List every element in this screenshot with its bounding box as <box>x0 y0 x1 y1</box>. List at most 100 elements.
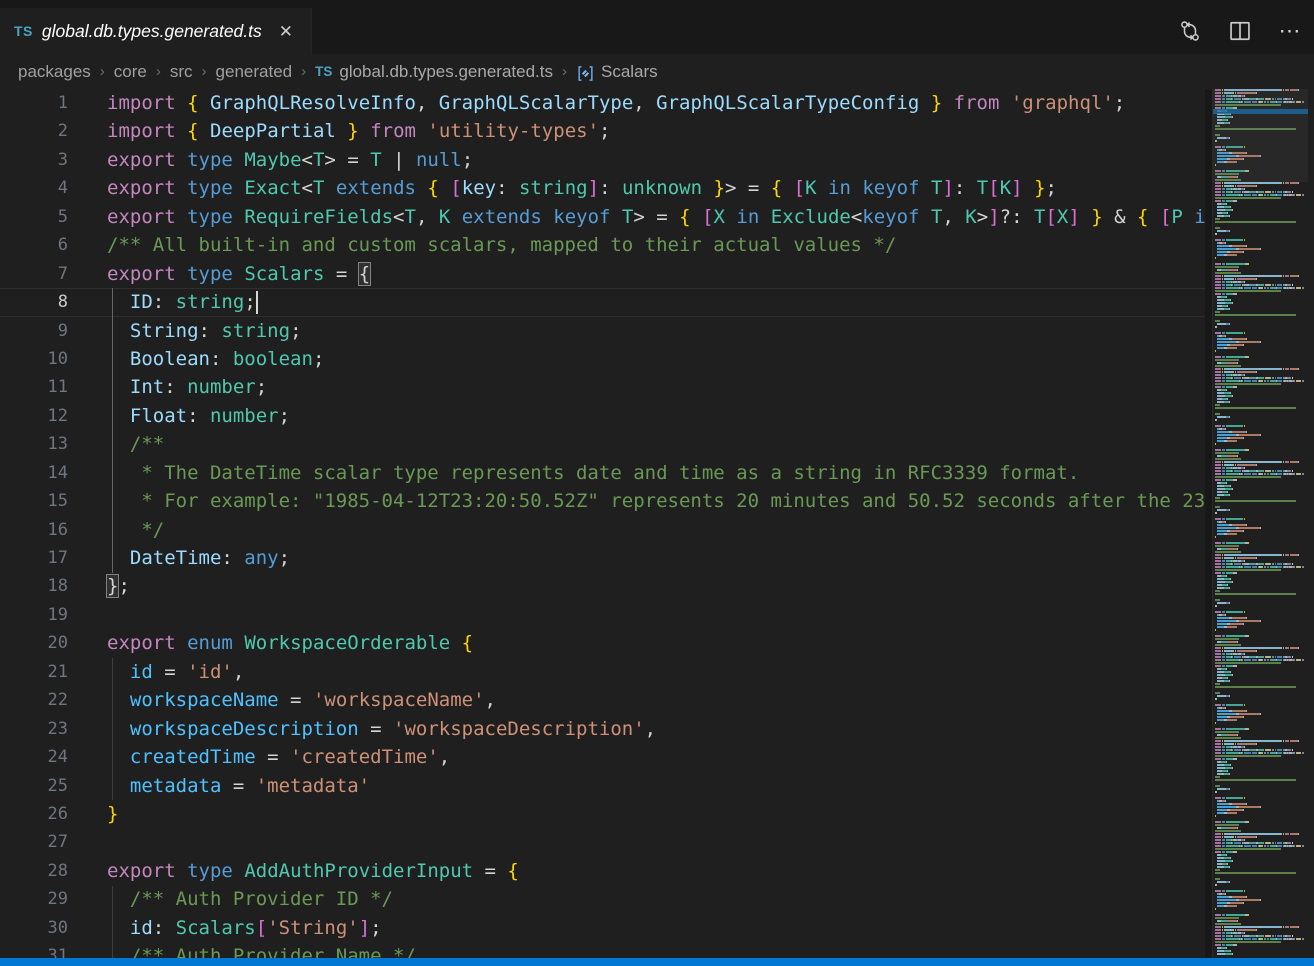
line-number[interactable]: 8 <box>0 288 68 316</box>
code-line[interactable]: 27 <box>0 828 1205 856</box>
line-number[interactable]: 5 <box>0 203 68 231</box>
line-number[interactable]: 10 <box>0 345 68 373</box>
code-text: createdTime = 'createdTime', <box>107 743 450 771</box>
line-number[interactable]: 12 <box>0 402 68 430</box>
line-number[interactable]: 9 <box>0 317 68 345</box>
line-number[interactable]: 30 <box>0 914 68 942</box>
line-number[interactable]: 1 <box>0 89 68 117</box>
split-editor-icon[interactable] <box>1228 19 1252 43</box>
chevron-right-icon: › <box>562 63 567 80</box>
line-number[interactable]: 27 <box>0 828 68 856</box>
line-number[interactable]: 26 <box>0 800 68 828</box>
line-number[interactable]: 28 <box>0 857 68 885</box>
line-number[interactable]: 17 <box>0 544 68 572</box>
line-number[interactable]: 19 <box>0 601 68 629</box>
line-number[interactable]: 14 <box>0 459 68 487</box>
code-line[interactable]: 25 metadata = 'metadata' <box>0 772 1205 800</box>
close-icon[interactable]: ✕ <box>276 21 296 42</box>
code-line[interactable]: 30 id: Scalars['String']; <box>0 914 1205 942</box>
line-number[interactable]: 25 <box>0 772 68 800</box>
line-number[interactable]: 15 <box>0 487 68 515</box>
compare-changes-icon[interactable] <box>1178 19 1202 43</box>
typescript-file-icon: TS <box>315 64 332 79</box>
code-line[interactable]: 28export type AddAuthProviderInput = { <box>0 857 1205 885</box>
code-line[interactable]: 6/** All built-in and custom scalars, ma… <box>0 231 1205 259</box>
code-text: Float: number; <box>107 402 290 430</box>
code-line[interactable]: 1import { GraphQLResolveInfo, GraphQLSca… <box>0 89 1205 117</box>
line-number[interactable]: 11 <box>0 373 68 401</box>
code-line[interactable]: 21 id = 'id', <box>0 658 1205 686</box>
code-text: }; <box>107 572 130 600</box>
breadcrumb-item-core[interactable]: core <box>114 62 147 82</box>
typescript-file-icon: TS <box>14 23 33 39</box>
code-text: */ <box>107 516 164 544</box>
code-line[interactable]: 22 workspaceName = 'workspaceName', <box>0 686 1205 714</box>
code-line[interactable]: 13 /** <box>0 430 1205 458</box>
scrollbar-gutter[interactable] <box>1308 89 1314 958</box>
vscode-window: TS global.db.types.generated.ts ✕ <box>0 0 1314 966</box>
line-number[interactable]: 20 <box>0 629 68 657</box>
code-line[interactable]: 20 export enum WorkspaceOrderable { <box>0 629 1205 657</box>
code-text: } <box>107 800 118 828</box>
code-line[interactable]: 19 <box>0 601 1205 629</box>
code-line[interactable]: 16 */ <box>0 516 1205 544</box>
status-bar[interactable] <box>0 958 1314 966</box>
code-text: export enum WorkspaceOrderable { <box>107 629 473 657</box>
code-line[interactable]: 26} <box>0 800 1205 828</box>
code-text: Boolean: boolean; <box>107 345 324 373</box>
code-text: id: Scalars['String']; <box>107 914 382 942</box>
code-text: ID: string; <box>107 288 256 316</box>
code-line[interactable]: 11 Int: number; <box>0 373 1205 401</box>
line-number[interactable]: 18 <box>0 572 68 600</box>
breadcrumb-item-filename[interactable]: global.db.types.generated.ts <box>339 62 553 82</box>
code-line[interactable]: 31 /** Auth Provider Name */ <box>0 942 1205 958</box>
code-text: DateTime: any; <box>107 544 290 572</box>
breadcrumb-item-generated[interactable]: generated <box>216 62 293 82</box>
code-text: export type Exact<T extends { [key: stri… <box>107 174 1057 202</box>
code-editor[interactable]: 1import { GraphQLResolveInfo, GraphQLSca… <box>0 89 1205 958</box>
code-line[interactable]: 15 * For example: "1985-04-12T23:20:50.5… <box>0 487 1205 515</box>
code-line[interactable]: 12 Float: number; <box>0 402 1205 430</box>
code-line[interactable]: 4 export type Exact<T extends { [key: str… <box>0 174 1205 202</box>
line-number[interactable]: 13 <box>0 430 68 458</box>
line-number[interactable]: 24 <box>0 743 68 771</box>
line-number[interactable]: 23 <box>0 715 68 743</box>
code-line[interactable]: 18}; <box>0 572 1205 600</box>
code-line[interactable]: 9 String: string; <box>0 317 1205 345</box>
line-number[interactable]: 4 <box>0 174 68 202</box>
tab-global-db-types[interactable]: TS global.db.types.generated.ts ✕ <box>0 8 312 54</box>
code-text: export type Maybe<T> = T | null; <box>107 146 473 174</box>
line-number[interactable]: 6 <box>0 231 68 259</box>
more-actions-icon[interactable]: ⋯ <box>1278 19 1302 43</box>
code-text: Int: number; <box>107 373 267 401</box>
minimap[interactable] <box>1212 89 1308 958</box>
line-number[interactable]: 31 <box>0 942 68 958</box>
line-number[interactable]: 2 <box>0 117 68 145</box>
code-line[interactable]: 7 export type Scalars = { <box>0 260 1205 288</box>
code-line[interactable]: 3 export type Maybe<T> = T | null; <box>0 146 1205 174</box>
line-number[interactable]: 16 <box>0 516 68 544</box>
code-line[interactable]: 10 Boolean: boolean; <box>0 345 1205 373</box>
line-number[interactable]: 29 <box>0 885 68 913</box>
editor-actions: ⋯ <box>1178 8 1308 54</box>
line-number[interactable]: 7 <box>0 260 68 288</box>
code-text: export type Scalars = { <box>107 260 370 288</box>
code-line[interactable]: 17 DateTime: any; <box>0 544 1205 572</box>
chevron-right-icon: › <box>301 63 306 80</box>
code-line[interactable]: 2import { DeepPartial } from 'utility-ty… <box>0 117 1205 145</box>
breadcrumb-item-packages[interactable]: packages <box>18 62 91 82</box>
breadcrumb-item-src[interactable]: src <box>170 62 193 82</box>
code-line[interactable]: 29 /** Auth Provider ID */ <box>0 885 1205 913</box>
code-line[interactable]: 24 createdTime = 'createdTime', <box>0 743 1205 771</box>
minimap-slider[interactable] <box>1213 89 1308 182</box>
line-number[interactable]: 21 <box>0 658 68 686</box>
code-line[interactable]: 5export type RequireFields<T, K extends … <box>0 203 1205 231</box>
code-text: /** Auth Provider ID */ <box>107 885 393 913</box>
breadcrumb-item-symbol[interactable]: Scalars <box>601 62 658 82</box>
code-text: id = 'id', <box>107 658 244 686</box>
line-number[interactable]: 22 <box>0 686 68 714</box>
code-line[interactable]: 23 workspaceDescription = 'workspaceDesc… <box>0 715 1205 743</box>
code-line[interactable]: 14 * The DateTime scalar type represents… <box>0 459 1205 487</box>
code-line[interactable]: 8 ID: string; <box>0 288 1205 316</box>
line-number[interactable]: 3 <box>0 146 68 174</box>
